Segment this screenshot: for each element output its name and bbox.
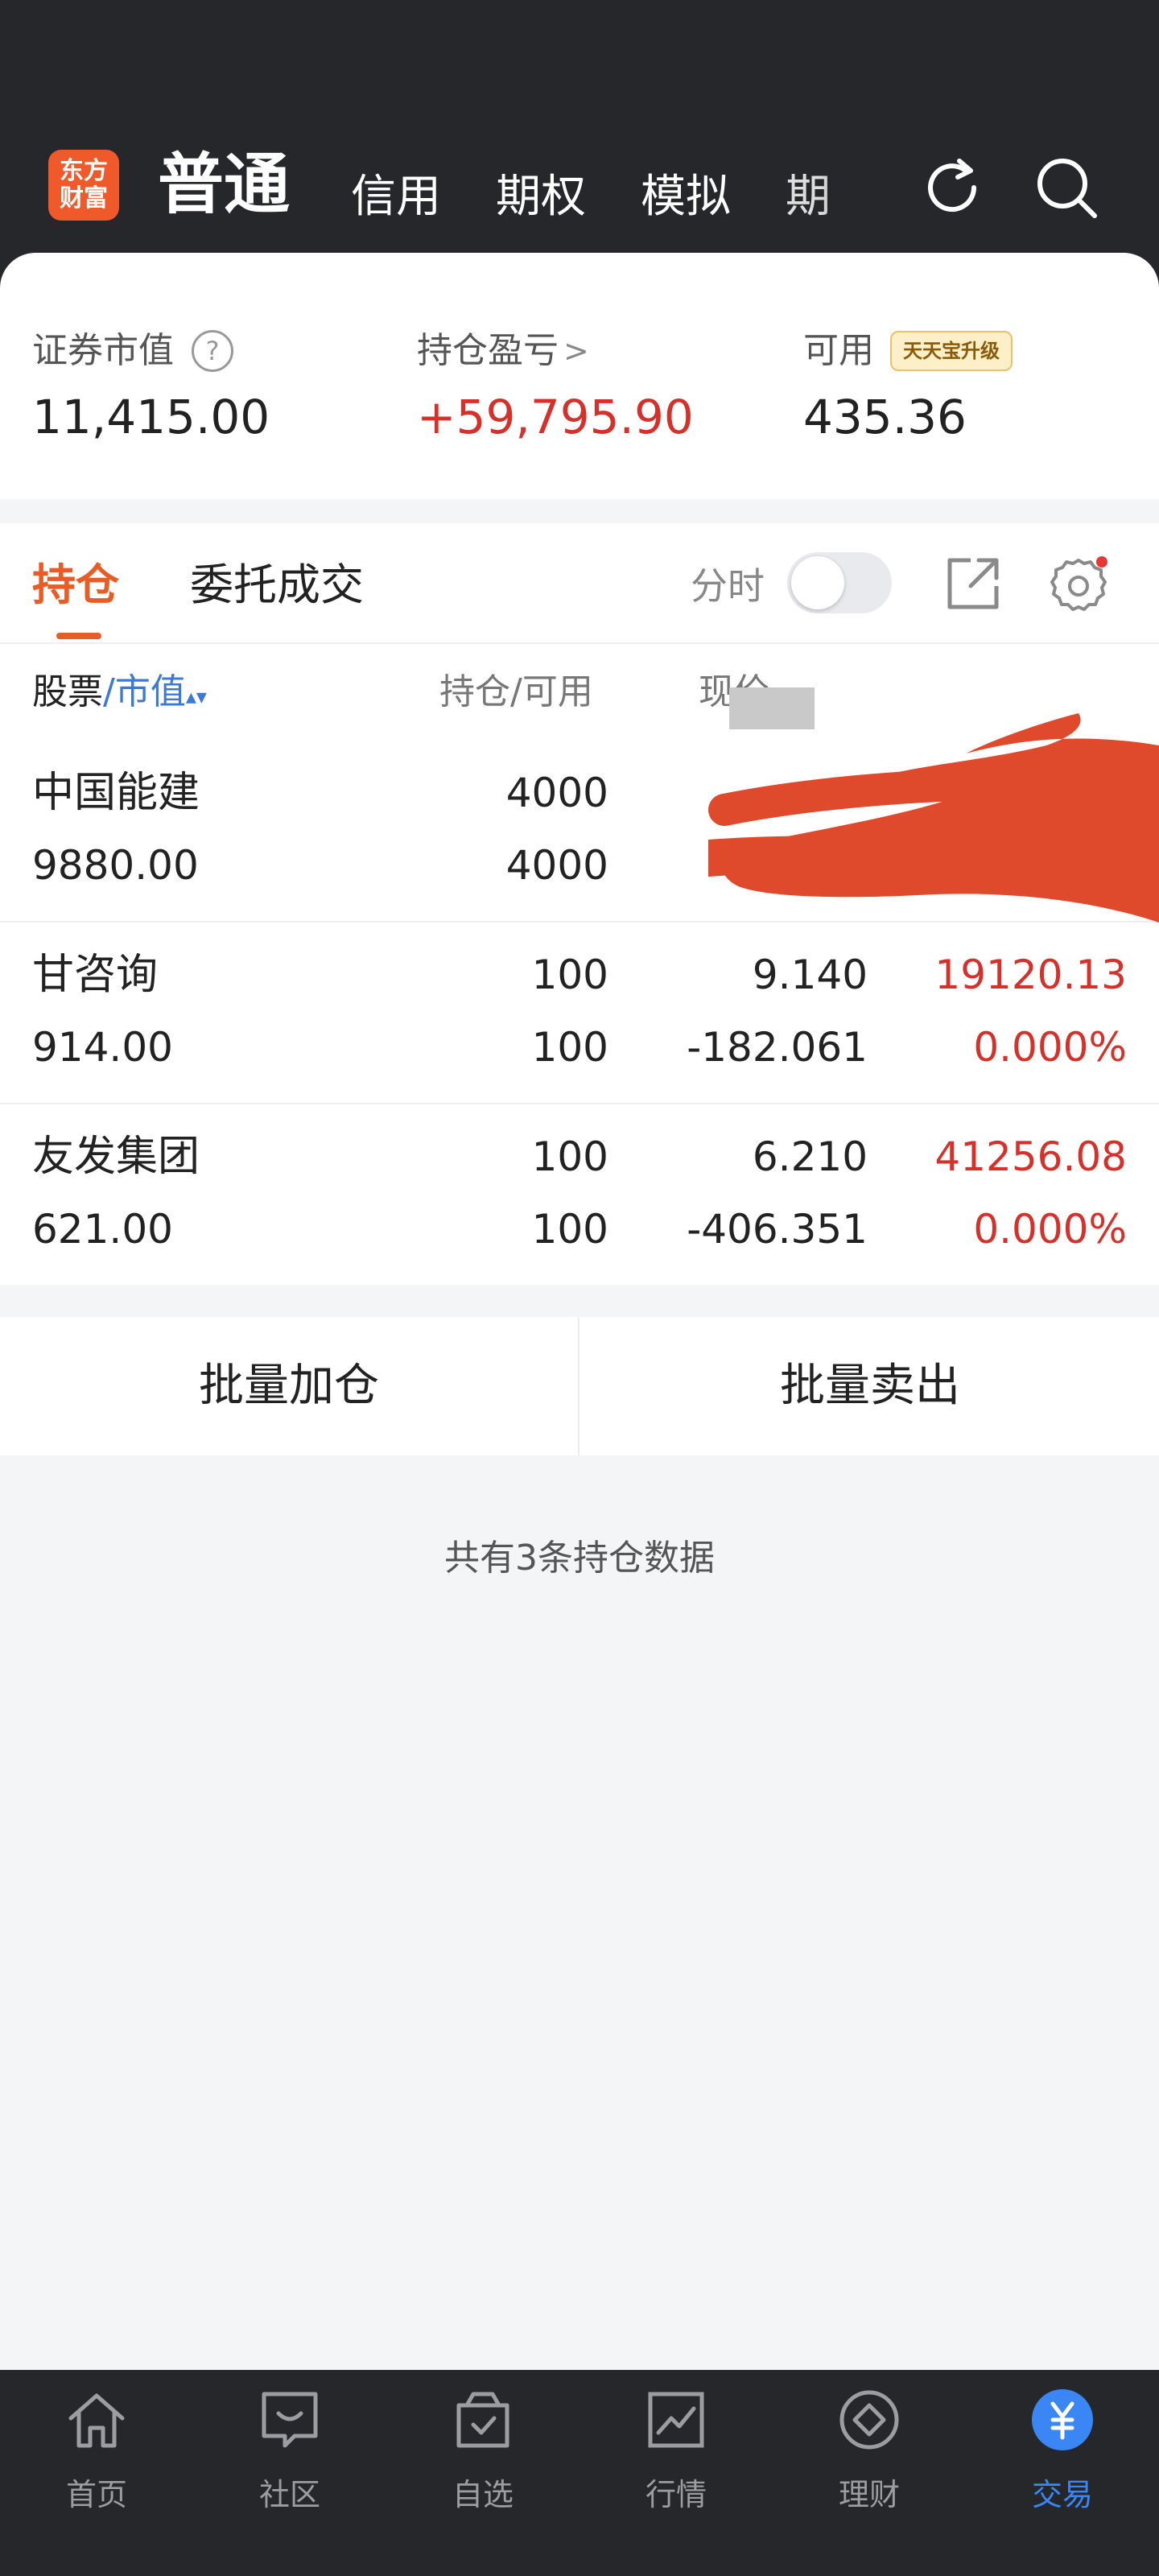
- position-pl-label-text: 持仓盈亏: [417, 330, 559, 371]
- holdings-count-note: 共有3条持仓数据: [444, 1538, 715, 1579]
- tab-simulation[interactable]: 模拟: [641, 169, 731, 225]
- batch-add-button[interactable]: 批量加仓: [0, 1317, 578, 1455]
- stock-market-value: 914.00: [32, 1024, 173, 1071]
- market-value-label-text: 证券市值: [32, 330, 174, 371]
- tab-options[interactable]: 期权: [496, 169, 586, 225]
- tab-normal-account[interactable]: 普通: [158, 145, 290, 225]
- available-label: 可用 天天宝升级: [803, 328, 1013, 374]
- column-header-stock[interactable]: 股票/市值▴▾: [32, 668, 207, 721]
- tab-orders-trades[interactable]: 委托成交: [190, 557, 364, 613]
- upgrade-badge[interactable]: 天天宝升级: [890, 331, 1013, 371]
- stock-pl-ratio: 0.000%: [973, 1206, 1127, 1253]
- nav-label-community: 社区: [258, 2477, 320, 2512]
- stock-available: 100: [531, 1024, 608, 1071]
- batch-sell-button[interactable]: 批量卖出: [581, 1317, 1159, 1455]
- column-header-position: 持仓/可用: [439, 671, 593, 712]
- wealth-icon: [839, 2390, 899, 2450]
- market-icon: [648, 2392, 704, 2448]
- nav-item-wealth[interactable]: 理财: [773, 2386, 966, 2547]
- stock-available: 4000: [505, 842, 608, 889]
- toggle-knob: [791, 556, 844, 609]
- refresh-icon[interactable]: [918, 153, 987, 222]
- stock-pl: 41256.08: [934, 1133, 1127, 1180]
- nav-item-community[interactable]: 社区: [193, 2386, 386, 2547]
- tab-overflow-fade: [821, 153, 918, 242]
- market-value: 11,415.00: [32, 390, 270, 444]
- stock-cost: -406.351: [687, 1206, 868, 1253]
- stock-pl-ratio: 0.000%: [973, 1024, 1127, 1071]
- chevron-right-icon: >: [563, 333, 589, 369]
- timeshare-label: 分时: [691, 564, 765, 608]
- column-market-value-label: 市值: [114, 671, 186, 712]
- stock-market-value: 9880.00: [32, 842, 199, 889]
- share-icon[interactable]: [943, 554, 1003, 613]
- trade-icon: [1032, 2389, 1093, 2450]
- column-stock-label: 股票: [32, 671, 103, 712]
- stock-price: 6.210: [752, 1133, 868, 1180]
- nav-item-trade[interactable]: 交易: [966, 2386, 1159, 2547]
- batch-actions: 批量加仓 批量卖出: [0, 1317, 1159, 1455]
- home-icon: [68, 2393, 125, 2448]
- tab-credit[interactable]: 信用: [351, 169, 441, 225]
- stock-name: 友发集团: [32, 1133, 200, 1181]
- available-value: 435.36: [803, 390, 967, 444]
- bottom-nav: 首页 社区 自选 行情 理财 交易: [0, 2370, 1159, 2576]
- stock-price: 9.140: [752, 952, 868, 998]
- divider: [0, 642, 1159, 644]
- timeshare-toggle[interactable]: [787, 552, 892, 613]
- redaction-scribble: [708, 713, 1159, 923]
- search-icon[interactable]: [1032, 153, 1101, 222]
- table-row[interactable]: 友发集团 621.00 100 100 6.210 -406.351 41256…: [0, 1104, 1159, 1285]
- nav-label-wealth: 理财: [838, 2477, 900, 2512]
- stock-available: 100: [531, 1206, 608, 1253]
- nav-item-home[interactable]: 首页: [0, 2386, 193, 2547]
- nav-label-home: 首页: [65, 2477, 127, 2512]
- stock-name: 中国能建: [32, 769, 200, 817]
- nav-item-watchlist[interactable]: 自选: [386, 2386, 580, 2547]
- stock-position: 4000: [505, 770, 608, 816]
- available-label-text: 可用: [803, 330, 874, 371]
- gear-icon[interactable]: [1046, 554, 1111, 618]
- nav-label-market: 行情: [645, 2477, 707, 2512]
- stock-name: 甘咨询: [32, 951, 159, 999]
- nav-label-watchlist: 自选: [452, 2477, 514, 2512]
- market-value-label: 证券市值 ?: [32, 328, 233, 374]
- divider: [578, 1317, 580, 1455]
- tab-positions[interactable]: 持仓: [32, 557, 119, 613]
- stock-market-value: 621.00: [32, 1206, 173, 1253]
- column-sep: /: [103, 671, 115, 712]
- sort-icon: ▴▾: [185, 685, 207, 709]
- help-icon[interactable]: ?: [192, 330, 233, 372]
- position-pl-value: +59,795.90: [417, 390, 694, 444]
- stock-cost: -182.061: [687, 1024, 868, 1071]
- app-logo[interactable]: 东方 财富: [48, 150, 119, 221]
- top-header: 东方 财富 普通 信用 期权 模拟 期: [0, 0, 1159, 290]
- stock-pl: 19120.13: [934, 952, 1127, 998]
- watchlist-icon: [456, 2392, 509, 2448]
- logo-line-1: 东方: [60, 157, 108, 185]
- stock-position: 100: [531, 1133, 608, 1180]
- active-tab-indicator: [56, 633, 101, 639]
- logo-line-2: 财富: [60, 184, 108, 213]
- stock-position: 100: [531, 952, 608, 998]
- table-row[interactable]: 甘咨询 914.00 100 100 9.140 -182.061 19120.…: [0, 923, 1159, 1103]
- position-pl-label[interactable]: 持仓盈亏 >: [417, 328, 589, 374]
- community-icon: [262, 2392, 318, 2448]
- nav-item-market[interactable]: 行情: [580, 2386, 773, 2547]
- account-summary-card: 证券市值 ? 持仓盈亏 > 可用 天天宝升级 11,415.00 +59,795…: [0, 253, 1159, 499]
- nav-label-trade: 交易: [1031, 2477, 1093, 2512]
